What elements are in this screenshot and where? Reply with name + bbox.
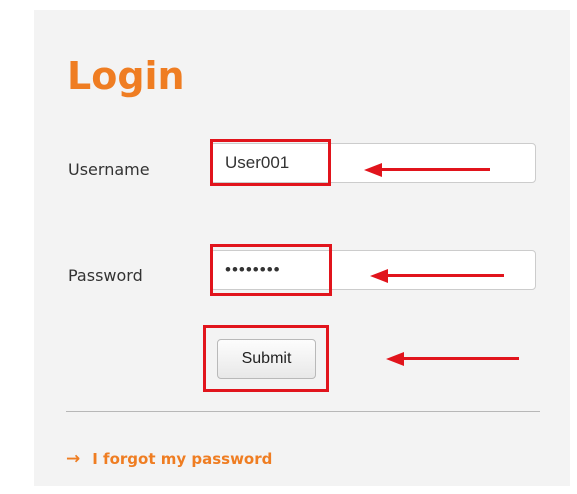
- submit-button[interactable]: Submit: [217, 339, 316, 379]
- divider: [66, 411, 540, 412]
- password-label: Password: [68, 266, 143, 285]
- forgot-password-link[interactable]: → I forgot my password: [66, 450, 272, 468]
- page-title: Login: [67, 54, 185, 98]
- forgot-password-label: I forgot my password: [92, 450, 273, 468]
- password-input[interactable]: [210, 250, 536, 290]
- right-arrow-icon: →: [66, 448, 81, 469]
- username-input[interactable]: [210, 143, 536, 183]
- username-label: Username: [68, 160, 150, 179]
